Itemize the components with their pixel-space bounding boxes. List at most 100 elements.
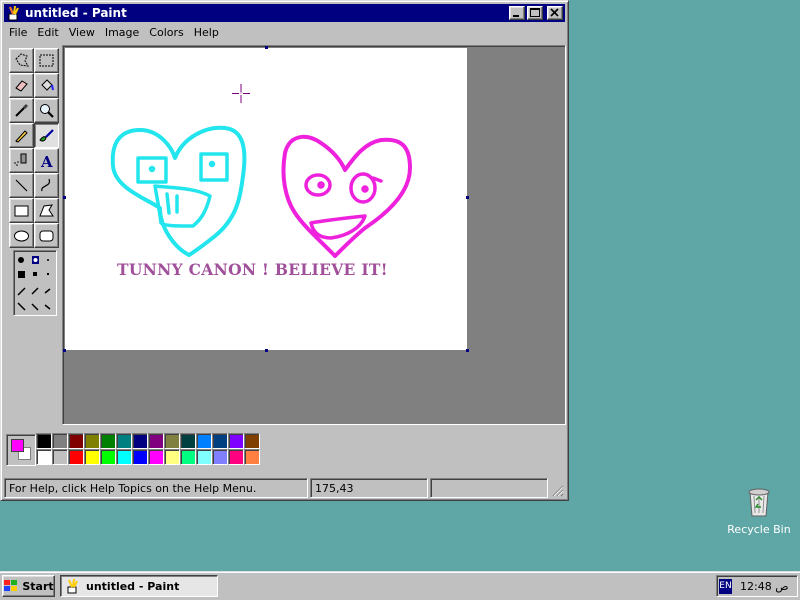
text-tool-icon: A: [37, 151, 56, 170]
palette-swatch[interactable]: [68, 433, 84, 449]
magnifier-tool-button[interactable]: [34, 98, 59, 123]
taskbar-paint-label: untitled - Paint: [86, 579, 180, 593]
palette-swatch[interactable]: [36, 449, 52, 465]
menu-colors[interactable]: Colors: [144, 26, 188, 39]
curve-tool-button[interactable]: [34, 173, 59, 198]
palette-swatch[interactable]: [100, 433, 116, 449]
text-tool-button[interactable]: A: [34, 148, 59, 173]
rounded-rectangle-tool-button[interactable]: [34, 223, 59, 248]
paint-window: untitled - Paint File Edit View Image Co…: [0, 0, 569, 501]
left-heart-drawing: [110, 125, 247, 257]
color-box: [4, 430, 565, 472]
resize-handle-bottom-middle[interactable]: [265, 349, 268, 352]
recycle-bin-desktop-icon[interactable]: Recycle Bin: [722, 484, 796, 536]
rectangle-tool-icon: [12, 201, 31, 220]
palette-swatch[interactable]: [244, 433, 260, 449]
palette-swatch[interactable]: [212, 433, 228, 449]
title-bar[interactable]: untitled - Paint: [4, 4, 565, 22]
current-colors-indicator[interactable]: [6, 434, 36, 466]
polygon-tool-button[interactable]: [34, 198, 59, 223]
status-help-text: For Help, click Help Topics on the Help …: [4, 478, 308, 498]
palette-swatch[interactable]: [148, 449, 164, 465]
eraser-tool-button[interactable]: [9, 73, 34, 98]
start-button[interactable]: Start: [2, 575, 55, 597]
palette-swatch[interactable]: [132, 449, 148, 465]
palette-swatch[interactable]: [116, 433, 132, 449]
palette-swatch[interactable]: [36, 433, 52, 449]
resize-handle-bottom-left[interactable]: [63, 349, 66, 352]
curve-tool-icon: [37, 176, 56, 195]
palette-swatch[interactable]: [228, 449, 244, 465]
status-selection-size: [430, 478, 548, 498]
palette-swatch[interactable]: [84, 433, 100, 449]
palette-swatch[interactable]: [52, 433, 68, 449]
free-form-select-tool-icon: [12, 51, 31, 70]
ellipse-tool-icon: [12, 226, 31, 245]
tool-box: A: [4, 45, 60, 425]
palette-swatch[interactable]: [148, 433, 164, 449]
fill-with-color-tool-icon: [37, 76, 56, 95]
palette-swatch[interactable]: [228, 433, 244, 449]
brush-tool-button[interactable]: [34, 123, 59, 148]
menu-file[interactable]: File: [4, 26, 32, 39]
minimize-button[interactable]: [509, 6, 525, 20]
status-bar: For Help, click Help Topics on the Help …: [4, 478, 565, 498]
window-title: untitled - Paint: [25, 6, 127, 20]
eraser-tool-icon: [12, 76, 31, 95]
clock[interactable]: 12:48 ص: [740, 580, 789, 593]
taskbar-paint-button[interactable]: untitled - Paint: [60, 575, 218, 597]
airbrush-tool-button[interactable]: [9, 148, 34, 173]
resize-handle-bottom-right[interactable]: [466, 349, 469, 352]
menu-view[interactable]: View: [64, 26, 100, 39]
airbrush-tool-icon: [12, 151, 31, 170]
palette-swatch[interactable]: [68, 449, 84, 465]
windows-logo-icon: [3, 579, 19, 593]
pencil-tool-button[interactable]: [9, 123, 34, 148]
palette-swatch[interactable]: [132, 433, 148, 449]
palette-swatch[interactable]: [196, 449, 212, 465]
palette-swatch[interactable]: [100, 449, 116, 465]
palette-swatch[interactable]: [244, 449, 260, 465]
pick-color-tool-button[interactable]: [9, 98, 34, 123]
palette-swatch[interactable]: [84, 449, 100, 465]
palette-swatch[interactable]: [180, 449, 196, 465]
palette-swatch[interactable]: [196, 433, 212, 449]
paint-task-icon: [65, 578, 81, 594]
pick-color-tool-icon: [12, 101, 31, 120]
magnifier-tool-icon: [37, 101, 56, 120]
pencil-tool-icon: [12, 126, 31, 145]
paint-app-icon[interactable]: [6, 5, 22, 21]
menu-image[interactable]: Image: [100, 26, 144, 39]
palette-swatch[interactable]: [164, 449, 180, 465]
right-heart-drawing: [281, 134, 412, 258]
palette-swatch[interactable]: [116, 449, 132, 465]
status-coordinates: 175,43: [310, 478, 428, 498]
close-button[interactable]: [547, 6, 563, 20]
canvas[interactable]: TUNNY CANON ! BELIEVE IT!: [65, 48, 467, 350]
menu-bar: File Edit View Image Colors Help: [4, 23, 224, 42]
ellipse-tool-button[interactable]: [9, 223, 34, 248]
line-tool-button[interactable]: [9, 173, 34, 198]
tool-options-panel[interactable]: [13, 250, 57, 316]
recycle-bin-label: Recycle Bin: [727, 523, 791, 536]
drawing-workspace[interactable]: TUNNY CANON ! BELIEVE IT!: [62, 45, 566, 425]
palette-swatch[interactable]: [180, 433, 196, 449]
resize-handle-left-middle[interactable]: [63, 196, 66, 199]
palette-swatch[interactable]: [164, 433, 180, 449]
recycle-bin-icon: [743, 488, 775, 521]
resize-handle-top-middle[interactable]: [265, 46, 268, 49]
palette-swatch[interactable]: [52, 449, 68, 465]
menu-help[interactable]: Help: [189, 26, 224, 39]
maximize-button[interactable]: [527, 6, 543, 20]
palette-swatch[interactable]: [212, 449, 228, 465]
rectangle-tool-button[interactable]: [9, 198, 34, 223]
language-indicator[interactable]: EN: [719, 578, 732, 594]
fill-with-color-tool-button[interactable]: [34, 73, 59, 98]
foreground-color: [11, 439, 24, 452]
resize-grip-icon[interactable]: [550, 483, 564, 497]
free-form-select-tool-button[interactable]: [9, 48, 34, 73]
menu-edit[interactable]: Edit: [32, 26, 63, 39]
palette-grid: [36, 433, 260, 465]
select-tool-button[interactable]: [34, 48, 59, 73]
resize-handle-right-middle[interactable]: [466, 196, 469, 199]
